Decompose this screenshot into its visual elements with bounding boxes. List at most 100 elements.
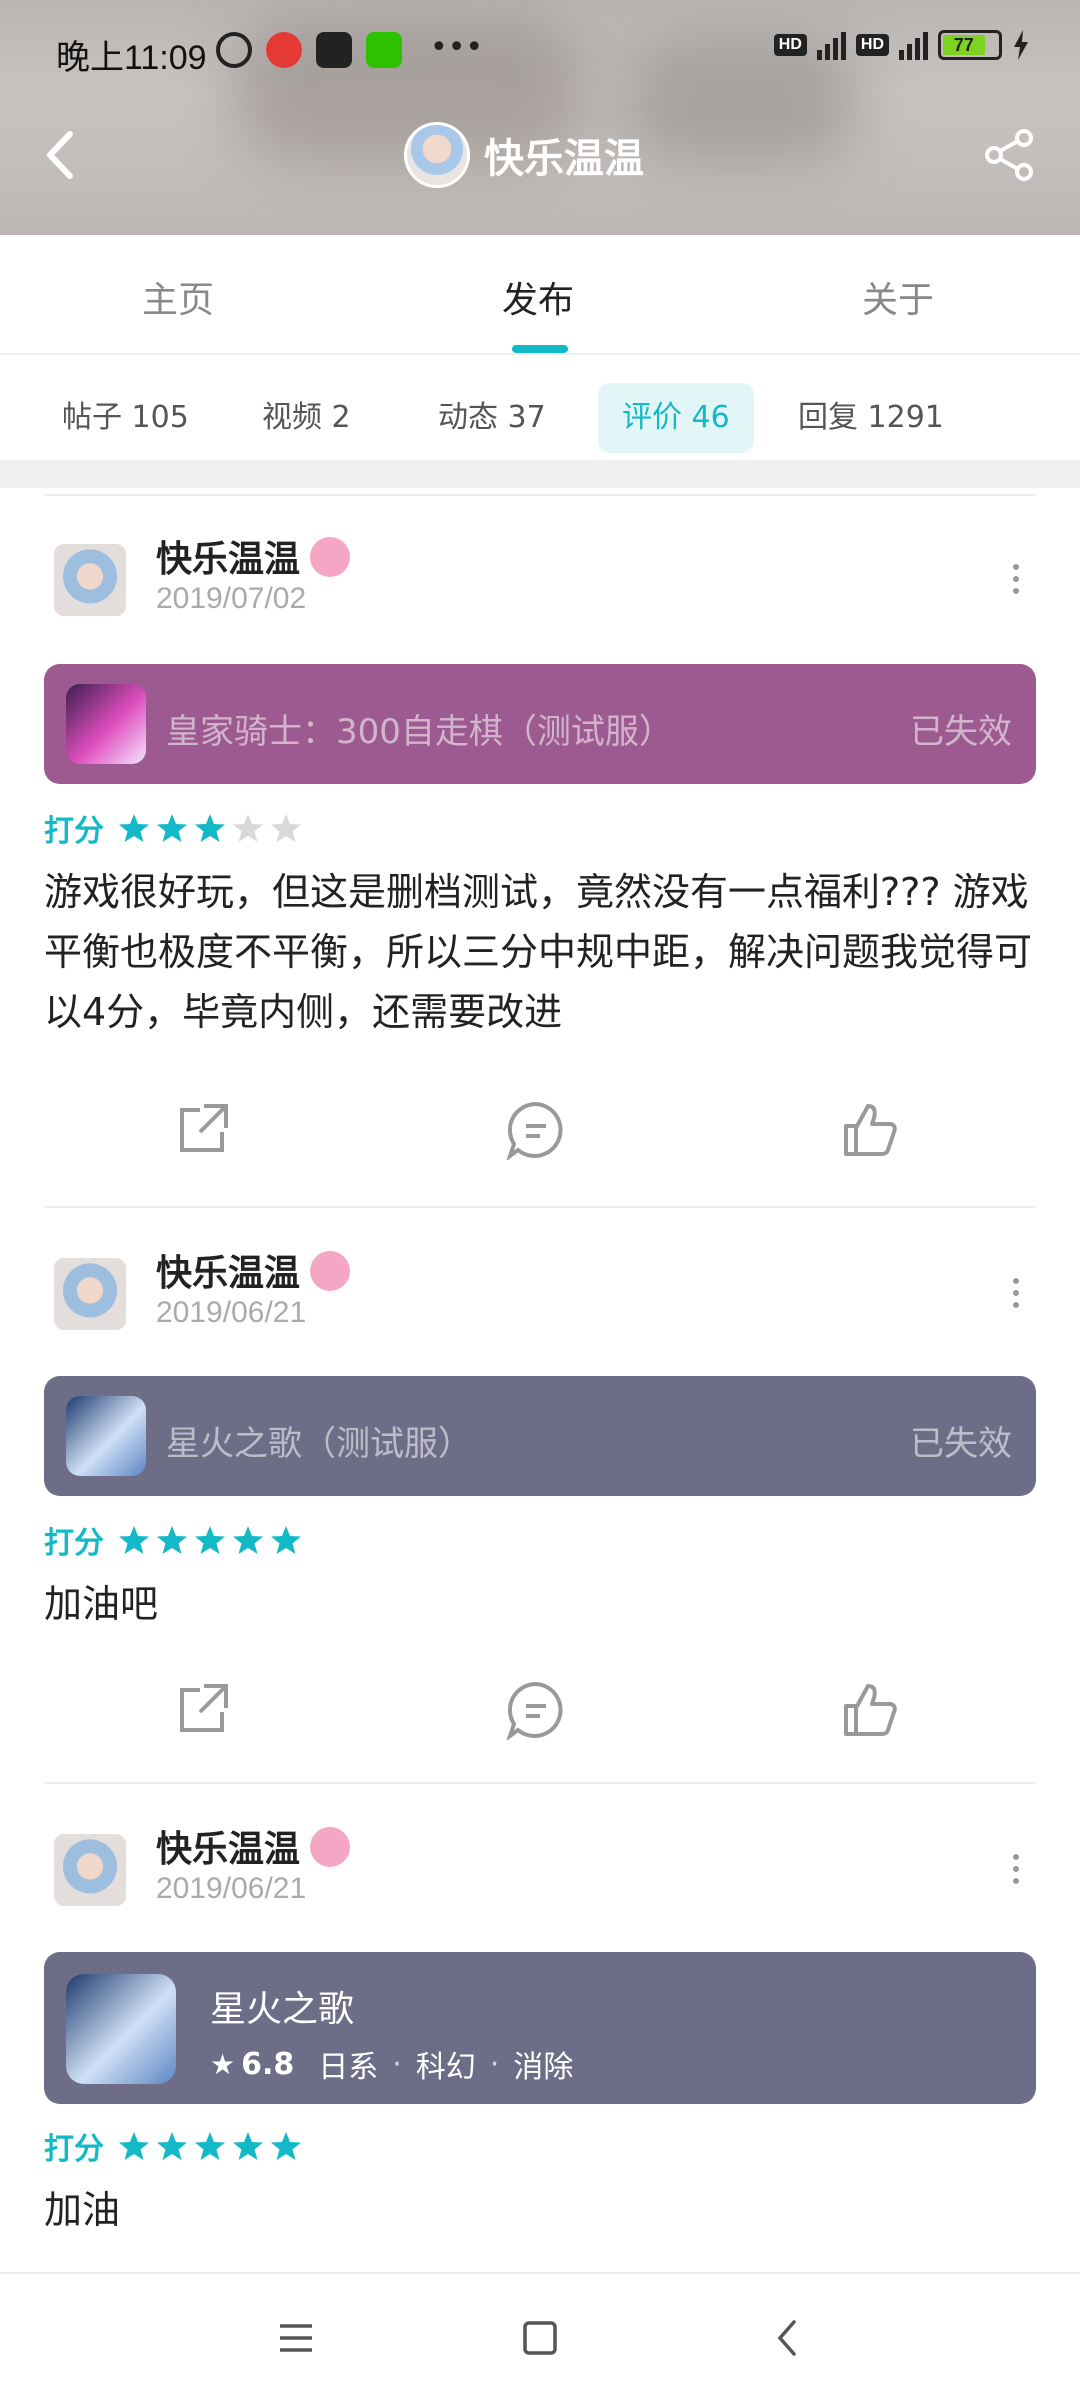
game-name: 星火之歌 xyxy=(210,1989,355,2030)
star-filled-icon xyxy=(195,814,225,842)
author-name[interactable]: 快乐温温 xyxy=(156,1820,351,1872)
back-nav-icon[interactable] xyxy=(762,2312,814,2364)
game-status: 已失效 xyxy=(910,1424,1012,1464)
star-empty-icon xyxy=(271,814,301,842)
more-options-icon[interactable] xyxy=(1006,1274,1026,1314)
verified-badge-icon xyxy=(310,1251,351,1291)
star-filled-icon xyxy=(271,2132,301,2160)
system-nav-bar xyxy=(0,2272,1080,2400)
subtab-reviews[interactable]: 评价 46 xyxy=(598,383,754,453)
review-item: 快乐温温 2019/06/21 星火之歌 ★ 6.8 日系 · 科幻 · 消除 … xyxy=(44,1820,1036,2260)
star-filled-icon xyxy=(157,814,187,842)
review-item: 快乐温温 2019/07/02 皇家骑士：300自走棋（测试服） 已失效 打分 … xyxy=(44,530,1036,1190)
divider xyxy=(44,1782,1036,1784)
status-time: 晚上11:09 xyxy=(56,39,207,77)
more-options-icon[interactable] xyxy=(1006,560,1026,600)
clock-app-icon xyxy=(316,32,352,68)
avatar[interactable] xyxy=(54,1834,126,1906)
review-text: 游戏很好玩，但这是删档测试，竟然没有一点福利??? 游戏平衡也极度不平衡，所以三… xyxy=(44,870,1033,1034)
verified-badge-icon xyxy=(310,1827,351,1867)
subtab-videos[interactable]: 视频 2 xyxy=(238,383,375,453)
tab-home[interactable]: 主页 xyxy=(142,271,214,323)
star-filled-icon xyxy=(233,1526,263,1554)
signal-icon xyxy=(899,30,928,60)
action-bar xyxy=(44,1680,1036,1750)
more-options-icon[interactable] xyxy=(1006,1850,1026,1890)
rating-label: 打分 xyxy=(44,1526,104,1561)
review-text: 加油 xyxy=(44,2188,121,2232)
rating: 打分 xyxy=(44,1518,302,1562)
post-date: 2019/07/02 xyxy=(156,582,307,615)
share-icon[interactable] xyxy=(982,128,1036,182)
game-icon xyxy=(66,1396,146,1476)
main-tabs: 主页 发布 关于 xyxy=(0,235,1080,355)
share-icon[interactable] xyxy=(172,1680,232,1740)
game-icon xyxy=(66,1974,176,2084)
post-date: 2019/06/21 xyxy=(156,1296,307,1329)
game-name: 星火之歌（测试服） xyxy=(166,1424,472,1464)
divider xyxy=(44,1206,1036,1208)
star-filled-icon xyxy=(119,2132,149,2160)
rating: 打分 xyxy=(44,806,302,850)
like-icon[interactable] xyxy=(840,1680,900,1740)
home-icon[interactable] xyxy=(514,2312,566,2364)
menu-icon[interactable] xyxy=(270,2312,322,2364)
rating-label: 打分 xyxy=(44,814,104,849)
game-name: 皇家骑士：300自走棋（测试服） xyxy=(166,712,673,752)
subtab-moments[interactable]: 动态 37 xyxy=(414,383,570,453)
avatar xyxy=(404,122,470,188)
game-card[interactable]: 星火之歌 ★ 6.8 日系 · 科幻 · 消除 xyxy=(44,1952,1036,2104)
wechat-icon xyxy=(366,32,402,68)
star-filled-icon xyxy=(157,2132,187,2160)
game-status: 已失效 xyxy=(910,712,1012,752)
star-empty-icon xyxy=(233,814,263,842)
rating: 打分 xyxy=(44,2124,302,2168)
author-name[interactable]: 快乐温温 xyxy=(156,1244,351,1296)
avatar[interactable] xyxy=(54,1258,126,1330)
author-name[interactable]: 快乐温温 xyxy=(156,530,351,582)
section-gap xyxy=(0,460,1080,488)
post-date: 2019/06/21 xyxy=(156,1872,307,1905)
back-icon[interactable] xyxy=(40,130,80,180)
alarm-icon xyxy=(216,32,252,68)
subtab-posts[interactable]: 帖子 105 xyxy=(38,383,213,453)
star-filled-icon xyxy=(195,1526,225,1554)
tab-publish[interactable]: 发布 xyxy=(502,271,574,323)
subtab-replies[interactable]: 回复 1291 xyxy=(774,383,968,453)
status-bar: 晚上11:09 ••• HD HD 77 xyxy=(0,0,1080,100)
game-card[interactable]: 皇家骑士：300自走棋（测试服） 已失效 xyxy=(44,664,1036,784)
avatar[interactable] xyxy=(54,544,126,616)
review-item: 快乐温温 2019/06/21 星火之歌（测试服） 已失效 打分 加油吧 xyxy=(44,1244,1036,1764)
more-notifications-icon: ••• xyxy=(430,30,484,65)
divider xyxy=(44,494,1036,496)
page-title: 快乐温温 xyxy=(484,136,644,182)
game-tag: 科幻 xyxy=(415,2050,476,2085)
star-filled-icon xyxy=(157,1526,187,1554)
star-filled-icon xyxy=(195,2132,225,2160)
game-card[interactable]: 星火之歌（测试服） 已失效 xyxy=(44,1376,1036,1496)
profile-header: 晚上11:09 ••• HD HD 77 快乐温温 xyxy=(0,0,1080,235)
signal-icon xyxy=(816,30,846,60)
tab-indicator xyxy=(512,345,568,353)
rating-label: 打分 xyxy=(44,2132,104,2167)
share-icon[interactable] xyxy=(172,1100,232,1160)
comment-icon[interactable] xyxy=(506,1100,566,1160)
hd-icon: HD xyxy=(773,34,807,56)
sub-tabs: 帖子 105 视频 2 动态 37 评价 46 回复 1291 xyxy=(0,357,1080,457)
like-icon[interactable] xyxy=(840,1100,900,1160)
action-bar xyxy=(44,1100,1036,1170)
header-title: 快乐温温 xyxy=(404,122,644,188)
game-tag: 消除 xyxy=(513,2050,574,2085)
star-icon: ★ xyxy=(210,2047,236,2081)
hd-icon: HD xyxy=(855,34,889,56)
star-filled-icon xyxy=(271,1526,301,1554)
battery-level: 77 xyxy=(943,35,985,55)
tab-about[interactable]: 关于 xyxy=(862,271,934,323)
netease-music-icon xyxy=(266,32,302,68)
star-filled-icon xyxy=(233,2132,263,2160)
charging-icon xyxy=(1014,30,1028,60)
game-meta: ★ 6.8 日系 · 科幻 · 消除 xyxy=(210,2042,573,2086)
comment-icon[interactable] xyxy=(506,1680,566,1740)
game-icon xyxy=(66,684,146,764)
game-tag: 日系 xyxy=(318,2050,379,2085)
